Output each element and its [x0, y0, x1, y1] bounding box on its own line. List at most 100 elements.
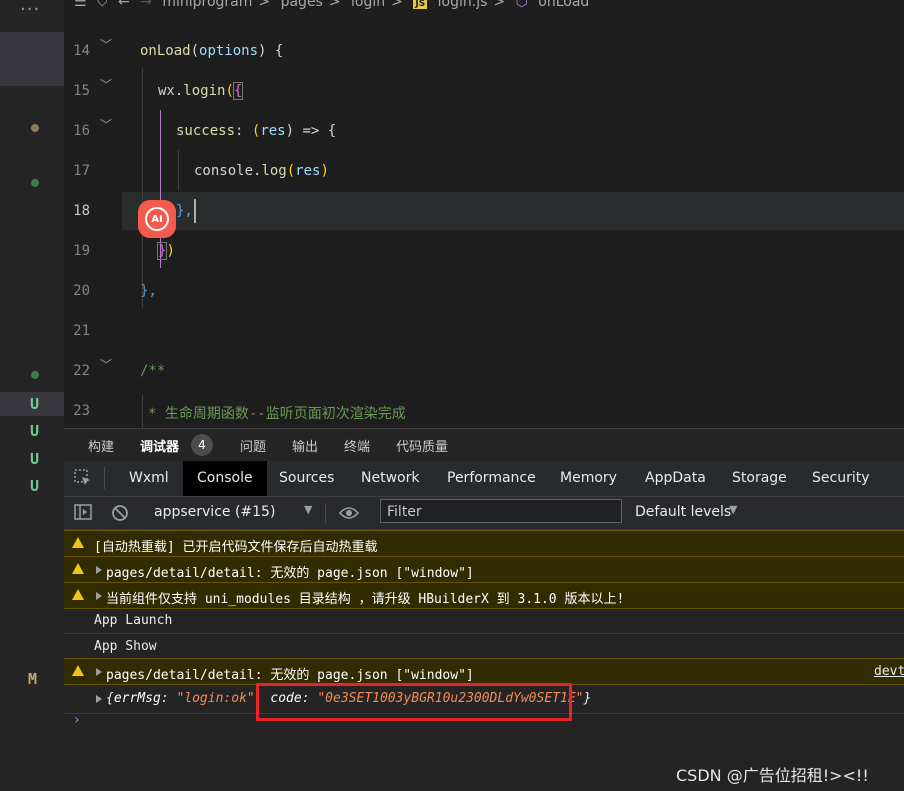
back-icon[interactable]: ← — [118, 0, 130, 10]
tab-problems[interactable]: 问题 — [240, 436, 266, 455]
token: options — [199, 43, 259, 59]
modified-badge: M — [28, 670, 38, 688]
console-message-warning: [自动热重载] 已开启代码文件保存后自动热重载 — [64, 530, 904, 557]
tab-wxml[interactable]: Wxml — [129, 461, 169, 496]
line-number: 23 — [73, 403, 90, 419]
ai-assistant-button[interactable]: AI — [138, 200, 176, 238]
inspect-element-icon[interactable] — [74, 469, 92, 487]
warning-icon — [72, 665, 84, 676]
indent-guide — [178, 150, 179, 190]
tab-network[interactable]: Network — [361, 461, 419, 496]
token: res — [260, 123, 286, 139]
source-link[interactable]: devt — [874, 664, 904, 679]
fold-chevron-icon[interactable]: ﹀ — [100, 36, 112, 53]
token: /** — [140, 363, 166, 379]
token: onLoad — [140, 43, 191, 59]
token: login — [183, 83, 226, 99]
message-text: pages/detail/detail: 无效的 page.json ["win… — [106, 566, 474, 581]
more-icon[interactable]: ... — [20, 0, 40, 15]
tab-appdata[interactable]: AppData — [645, 461, 706, 496]
breadcrumb-item[interactable]: pages — [281, 0, 323, 10]
token: success — [176, 123, 236, 139]
tab-sources[interactable]: Sources — [279, 461, 334, 496]
code-line: }) — [156, 242, 175, 260]
untracked-badge: U — [30, 422, 40, 440]
untracked-badge: U — [30, 395, 40, 413]
tab-output[interactable]: 输出 — [292, 436, 318, 455]
line-number: 18 — [73, 203, 90, 219]
token: ) { — [258, 43, 284, 59]
message-text: 当前组件仅支持 uni_modules 目录结构 ，请升级 HBuilderX … — [106, 592, 625, 607]
forward-icon[interactable]: → — [140, 0, 152, 10]
tab-performance[interactable]: Performance — [447, 461, 536, 496]
code-line: onLoad(options) { — [140, 43, 283, 59]
context-select[interactable]: appservice (#15) — [154, 504, 275, 520]
activity-bar: ... U U U U M — [0, 0, 64, 791]
expand-arrow-icon[interactable] — [96, 695, 102, 703]
code-editor[interactable]: ☰ ⛉ ← → miniprogram > pages > login > JS lo… — [64, 0, 904, 428]
method-icon: ⬡ — [515, 0, 528, 10]
message-text: [自动热重载] 已开启代码文件保存后自动热重载 — [94, 540, 378, 555]
token: wx. — [158, 83, 184, 99]
filter-input[interactable]: Filter — [380, 499, 622, 523]
fold-chevron-icon[interactable]: ﹀ — [100, 76, 112, 93]
tab-terminal[interactable]: 终端 — [344, 436, 370, 455]
object-value: "login:ok" — [176, 691, 255, 706]
tab-debugger[interactable]: 调试器 — [140, 436, 179, 455]
tab-security[interactable]: Security — [812, 461, 870, 496]
indent-guide — [142, 395, 143, 428]
breadcrumb-sep: > — [258, 0, 271, 10]
warning-icon — [72, 589, 84, 600]
eye-icon[interactable] — [338, 505, 360, 524]
code-line: success: (res) => { — [176, 123, 336, 139]
chevron-down-icon[interactable]: ▼ — [729, 503, 737, 516]
tab-build[interactable]: 构建 — [88, 436, 114, 455]
tab-storage[interactable]: Storage — [732, 461, 787, 496]
clear-console-icon[interactable] — [111, 504, 129, 526]
token: }, — [140, 283, 157, 299]
devtools-tabs: Wxml Console Sources Network Performance… — [64, 461, 904, 497]
chevron-down-icon[interactable]: ▼ — [304, 503, 312, 516]
fold-chevron-icon[interactable]: ﹀ — [100, 116, 112, 133]
expand-arrow-icon[interactable] — [96, 566, 102, 574]
console-message-warning[interactable]: 当前组件仅支持 uni_modules 目录结构 ，请升级 HBuilderX … — [64, 582, 904, 609]
token: } — [583, 691, 592, 706]
breadcrumb-sep: > — [493, 0, 506, 10]
console-prompt[interactable]: › — [74, 712, 80, 728]
added-dot-icon — [31, 371, 39, 379]
tab-memory[interactable]: Memory — [560, 461, 617, 496]
expand-arrow-icon[interactable] — [96, 668, 102, 676]
tab-console[interactable]: Console — [183, 461, 267, 496]
console-message-warning[interactable]: pages/detail/detail: 无效的 page.json ["win… — [64, 556, 904, 583]
breadcrumb: ☰ ⛉ ← → miniprogram > pages > login > JS lo… — [74, 0, 595, 14]
list-icon[interactable]: ☰ — [74, 0, 87, 10]
tab-code-quality[interactable]: 代码质量 — [396, 436, 448, 455]
fold-chevron-icon[interactable]: ﹀ — [100, 356, 112, 373]
warning-icon — [72, 537, 84, 548]
breadcrumb-item[interactable]: miniprogram — [162, 0, 252, 10]
bookmark-icon[interactable]: ⛉ — [97, 0, 108, 10]
panel-tabs: 构建 调试器 4 问题 输出 终端 代码质量 — [64, 428, 904, 462]
breadcrumb-item[interactable]: onLoad — [538, 0, 589, 10]
token: ) => { — [285, 123, 337, 139]
watermark: CSDN @广告位招租!><!! — [676, 766, 869, 785]
token: console. — [194, 163, 262, 179]
current-line-highlight — [122, 192, 904, 230]
message-text: pages/detail/detail: 无效的 page.json ["win… — [106, 668, 474, 683]
untracked-badge: U — [30, 477, 40, 495]
activity-selected-item[interactable] — [0, 32, 64, 86]
token: ) — [320, 163, 329, 179]
line-number: 15 — [73, 83, 90, 99]
line-number: 17 — [73, 163, 90, 179]
sidebar-toggle-icon[interactable] — [74, 504, 92, 524]
breadcrumb-item[interactable]: login — [351, 0, 385, 10]
expand-arrow-icon[interactable] — [96, 592, 102, 600]
token: { — [106, 691, 114, 706]
log-levels-select[interactable]: Default levels — [635, 504, 731, 520]
console-output[interactable]: [自动热重载] 已开启代码文件保存后自动热重载 pages/detail/det… — [64, 530, 904, 791]
message-text: App Launch — [94, 613, 173, 628]
console-message-warning[interactable]: pages/detail/detail: 无效的 page.json ["win… — [64, 658, 904, 685]
warning-icon — [72, 563, 84, 574]
breadcrumb-item[interactable]: login.js — [438, 0, 488, 10]
console-message-log: App Launch — [64, 608, 904, 634]
